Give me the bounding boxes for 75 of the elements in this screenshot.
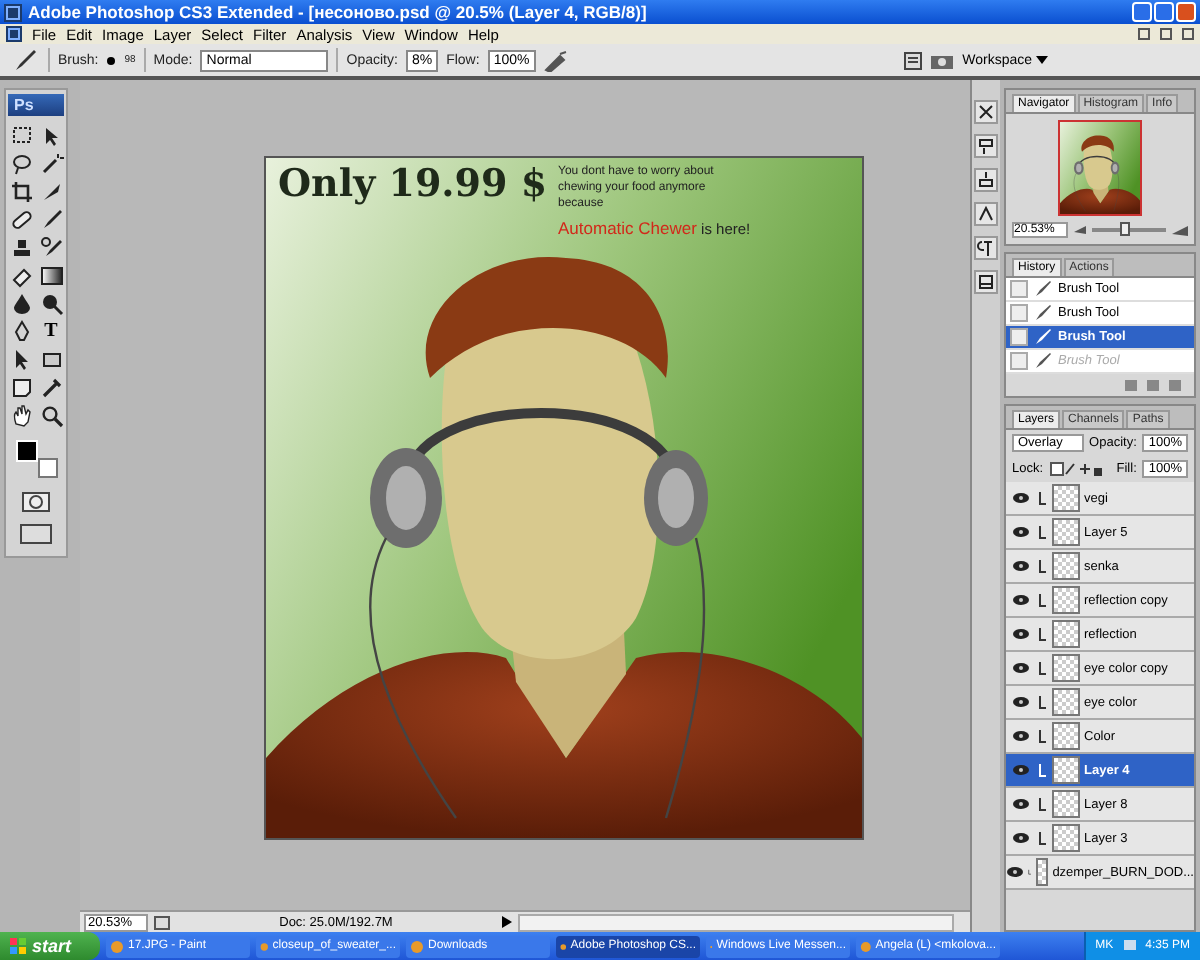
restore-button[interactable] — [1160, 28, 1172, 40]
foreground-color-swatch[interactable] — [16, 440, 38, 462]
layer-thumbnail — [1052, 552, 1080, 580]
zoom-out-icon[interactable] — [1074, 226, 1086, 234]
screen-mode-icon[interactable] — [20, 524, 52, 544]
price-headline: Only 19.99 $ — [278, 162, 548, 206]
eye-icon[interactable] — [1011, 526, 1029, 538]
zoom-icon[interactable] — [39, 404, 63, 428]
type-tool[interactable]: T — [39, 320, 63, 344]
info-icon[interactable] — [154, 915, 170, 929]
rectangle-icon[interactable] — [39, 348, 63, 372]
eye-icon[interactable] — [1011, 492, 1029, 504]
app-icon — [260, 939, 269, 953]
background-color-swatch[interactable] — [38, 458, 58, 478]
lasso-icon[interactable] — [9, 152, 33, 176]
eraser-icon[interactable] — [9, 264, 33, 288]
airbrush-icon[interactable] — [543, 49, 568, 71]
layer-thumbnail — [1052, 654, 1080, 682]
stamp-icon[interactable] — [9, 236, 33, 260]
layer-thumbnail — [1052, 620, 1080, 648]
eye-icon[interactable] — [1011, 832, 1029, 844]
caret-icon — [1036, 55, 1048, 63]
panel-dock-button[interactable] — [974, 202, 998, 226]
hand-icon[interactable] — [9, 404, 33, 428]
panel-dock-button[interactable] — [974, 100, 998, 124]
eyedropper-icon[interactable] — [39, 376, 63, 400]
quick-mask-icon[interactable] — [22, 492, 50, 512]
eye-icon[interactable] — [1011, 662, 1029, 674]
layer-thumbnail — [1052, 518, 1080, 546]
app-icon — [110, 939, 124, 953]
panel-dock-button[interactable] — [974, 168, 998, 192]
layer-thumbnail — [1052, 484, 1080, 512]
eye-icon[interactable] — [1011, 764, 1029, 776]
window-title: Adobe Photoshop CS3 Extended - [несоново.psd @ 20.5% (Layer 4, RGB/8)] — [28, 2, 649, 22]
dodge-icon[interactable] — [39, 292, 63, 316]
eye-icon[interactable] — [1011, 560, 1029, 572]
layer-thumbnail — [1052, 586, 1080, 614]
brush-icon[interactable] — [12, 48, 40, 72]
app-icon — [860, 939, 872, 953]
panel-dock-button[interactable] — [974, 134, 998, 158]
zoom-in-icon[interactable] — [1172, 225, 1188, 235]
eye-icon[interactable] — [1011, 696, 1029, 708]
windows-logo-icon — [10, 938, 26, 954]
app-icon — [410, 939, 424, 953]
horizontal-scrollbar[interactable] — [518, 913, 954, 931]
arrow-icon[interactable] — [502, 916, 512, 928]
layer-thumbnail — [1052, 790, 1080, 818]
note-icon[interactable] — [9, 376, 33, 400]
layer-thumbnail — [1052, 722, 1080, 750]
panel-dock-button[interactable] — [974, 270, 998, 294]
layer-thumbnail — [1052, 756, 1080, 784]
app-logo: Ps — [8, 94, 64, 116]
eye-icon[interactable] — [1011, 730, 1029, 742]
eye-icon[interactable] — [1011, 798, 1029, 810]
gradient-icon[interactable] — [39, 264, 63, 288]
panel-dock-button[interactable] — [974, 236, 998, 260]
bandage-icon[interactable] — [9, 208, 33, 232]
layer-thumbnail — [1052, 824, 1080, 852]
app-icon — [560, 939, 567, 953]
wand-icon[interactable] — [39, 152, 63, 176]
marquee-icon[interactable] — [9, 124, 33, 148]
eye-icon[interactable] — [1011, 594, 1029, 606]
lock-icons-drawing[interactable] — [1049, 462, 1102, 476]
history-brush-icon[interactable] — [39, 236, 63, 260]
eye-icon[interactable] — [1006, 866, 1024, 878]
pen-icon[interactable] — [9, 320, 33, 344]
slider-thumb[interactable] — [1119, 222, 1130, 236]
layer-thumbnail — [1052, 688, 1080, 716]
brush-tip-icon[interactable] — [106, 55, 117, 65]
brush-icon[interactable] — [39, 208, 63, 232]
crop-icon[interactable] — [9, 180, 33, 204]
eye-icon[interactable] — [1011, 628, 1029, 640]
maximize-button[interactable] — [1154, 2, 1174, 22]
drop-icon[interactable] — [9, 292, 33, 316]
layer-thumbnail — [1035, 858, 1049, 886]
